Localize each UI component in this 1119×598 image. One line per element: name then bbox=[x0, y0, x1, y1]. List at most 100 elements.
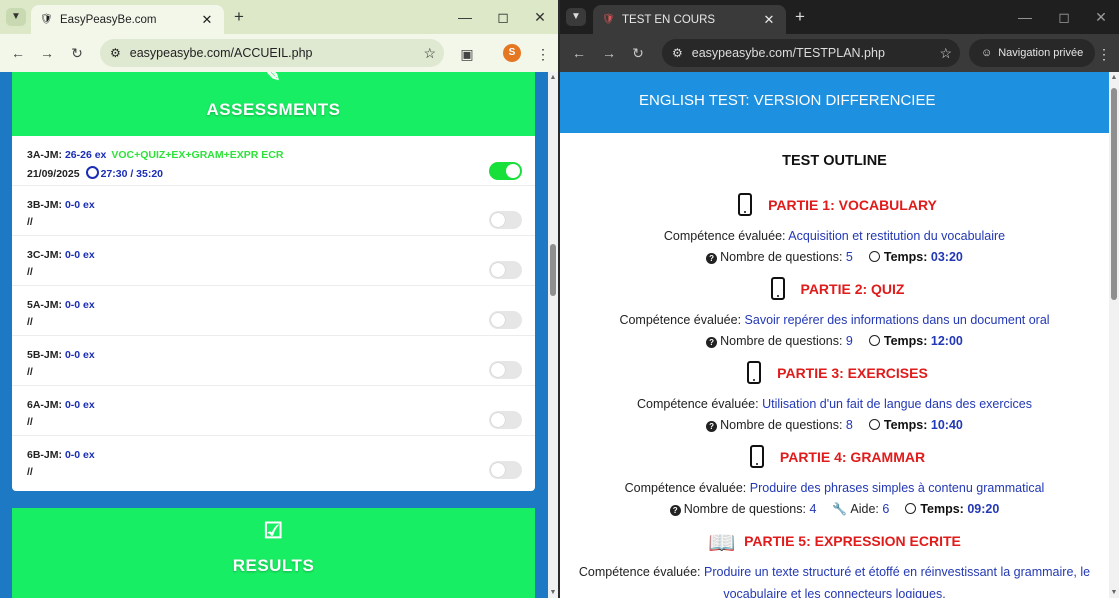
list-item: 3C-JM: 0-0 ex // bbox=[12, 236, 535, 286]
time-value: 03:20 bbox=[930, 250, 963, 264]
close-window-button[interactable]: ✕ bbox=[530, 8, 550, 26]
test-date: 21/09/2025 bbox=[27, 168, 80, 180]
clock-icon bbox=[868, 335, 880, 346]
class-name: 5A-JM: bbox=[27, 299, 63, 311]
tab-title: EasyPeasyBe.com bbox=[60, 13, 157, 26]
test-date: // bbox=[27, 466, 33, 478]
time-value: 09:20 bbox=[967, 502, 1000, 516]
maximize-button[interactable]: ◻ bbox=[1054, 8, 1074, 26]
competence-line: Compétence évaluée: Produire des phrases… bbox=[560, 477, 1109, 499]
clock-icon bbox=[868, 251, 880, 262]
reload-button[interactable]: ↻ bbox=[629, 44, 647, 62]
bookmark-star-icon[interactable]: ☆ bbox=[939, 45, 952, 62]
site-favicon-icon: 🛡 bbox=[40, 13, 53, 25]
scrollbar[interactable]: ▲ ▼ bbox=[548, 72, 558, 598]
aide-label: Aide: bbox=[850, 502, 879, 516]
browser-toolbar: ← → ↻ ⚙ easypeasybe.com/TESTPLAN.php ☆ ☺… bbox=[560, 34, 1119, 72]
maximize-button[interactable]: ◻ bbox=[493, 8, 513, 26]
section-title-text: PARTIE 3: EXERCISES bbox=[777, 365, 928, 381]
questions-value: 8 bbox=[845, 418, 853, 432]
minimize-button[interactable]: — bbox=[455, 8, 475, 26]
new-tab-button[interactable]: + bbox=[795, 8, 805, 25]
exercise-count: 0-0 ex bbox=[64, 449, 95, 461]
scrollbar-thumb[interactable] bbox=[550, 244, 556, 296]
activation-toggle[interactable] bbox=[489, 211, 522, 229]
back-button[interactable]: ← bbox=[570, 44, 588, 62]
section-title-text: PARTIE 4: GRAMMAR bbox=[779, 449, 926, 465]
close-tab-icon[interactable]: ✕ bbox=[198, 12, 216, 28]
browser-menu-icon[interactable]: ⋮ bbox=[536, 45, 550, 63]
browser-menu-icon[interactable]: ⋮ bbox=[1097, 45, 1111, 63]
address-bar[interactable]: ⚙ easypeasybe.com/TESTPLAN.php ☆ bbox=[662, 39, 960, 67]
results-header: ☑ RESULTS bbox=[12, 508, 535, 598]
outline-title: TEST OUTLINE bbox=[782, 153, 887, 169]
checkbox-icon: ☑ bbox=[263, 518, 284, 543]
extensions-puzzle-icon[interactable]: ▣ bbox=[458, 45, 476, 63]
exercise-count: 26-26 ex bbox=[64, 149, 107, 161]
assessments-header: ✎ ASSESSMENTS bbox=[12, 72, 535, 136]
scrollbar[interactable]: ▲ ▼ bbox=[1109, 72, 1119, 598]
section-title-text: PARTIE 2: QUIZ bbox=[800, 281, 905, 297]
minimize-button[interactable]: — bbox=[1015, 8, 1035, 26]
new-tab-button[interactable]: + bbox=[234, 8, 244, 25]
class-name: 3B-JM: bbox=[27, 199, 63, 211]
bookmark-star-icon[interactable]: ☆ bbox=[423, 45, 436, 62]
assessments-list: 3A-JM: 26-26 ex VOC+QUIZ+EX+GRAM+EXPR EC… bbox=[12, 136, 535, 491]
test-date: // bbox=[27, 416, 33, 428]
scroll-down-arrow-icon[interactable]: ▼ bbox=[548, 589, 558, 596]
scroll-up-arrow-icon[interactable]: ▲ bbox=[548, 74, 558, 81]
address-bar[interactable]: ⚙ easypeasybe.com/ACCUEIL.php ☆ bbox=[100, 39, 444, 67]
left-browser-window: ▼ 🛡 EasyPeasyBe.com ✕ + — ◻ ✕ ← → ↻ ⚙ ea… bbox=[0, 0, 558, 598]
list-item: 6A-JM: 0-0 ex // bbox=[12, 386, 535, 436]
right-browser-window: ▼ 🛡 TEST EN COURS ✕ + — ◻ ✕ ← → ↻ ⚙ easy… bbox=[560, 0, 1119, 598]
class-name: 3C-JM: bbox=[27, 249, 63, 261]
reload-button[interactable]: ↻ bbox=[68, 44, 86, 62]
class-name: 3A-JM: bbox=[27, 149, 63, 161]
tab-strip: ▼ 🛡 TEST EN COURS ✕ + — ◻ ✕ bbox=[560, 0, 1119, 34]
activation-toggle[interactable] bbox=[489, 311, 522, 329]
site-info-icon[interactable]: ⚙ bbox=[672, 46, 683, 60]
questions-value: 4 bbox=[809, 502, 817, 516]
tab-search-dropdown[interactable]: ▼ bbox=[566, 8, 586, 26]
scroll-up-arrow-icon[interactable]: ▲ bbox=[1109, 74, 1119, 81]
book-icon: 📖 bbox=[708, 530, 736, 555]
competence-line: Compétence évaluée: Acquisition et resti… bbox=[560, 225, 1109, 247]
page-content: ENGLISH TEST: VERSION DIFFERENCIEE TEST … bbox=[560, 72, 1109, 598]
section-title: PARTIE 1: VOCABULARY bbox=[560, 192, 1109, 218]
test-description: VOC+QUIZ+EX+GRAM+EXPR ECR bbox=[111, 149, 284, 161]
activation-toggle[interactable] bbox=[489, 162, 522, 180]
exercise-count: 0-0 ex bbox=[64, 199, 95, 211]
time-label: Temps: bbox=[883, 418, 928, 432]
tablet-icon bbox=[741, 360, 767, 386]
competence-value: Savoir repérer des informations dans un … bbox=[744, 313, 1050, 327]
question-icon: ? bbox=[706, 337, 718, 348]
time-label: Temps: bbox=[883, 250, 928, 264]
tab-test-en-cours[interactable]: 🛡 TEST EN COURS ✕ bbox=[593, 5, 786, 34]
site-info-icon[interactable]: ⚙ bbox=[110, 46, 121, 60]
question-icon: ? bbox=[669, 505, 681, 516]
activation-toggle[interactable] bbox=[489, 261, 522, 279]
clock-icon bbox=[868, 419, 880, 430]
close-tab-icon[interactable]: ✕ bbox=[760, 12, 778, 28]
tab-search-dropdown[interactable]: ▼ bbox=[6, 8, 26, 26]
activation-toggle[interactable] bbox=[489, 461, 522, 479]
list-item: 6B-JM: 0-0 ex // bbox=[12, 436, 535, 486]
tab-easypeasybe[interactable]: 🛡 EasyPeasyBe.com ✕ bbox=[31, 5, 224, 34]
class-name: 6B-JM: bbox=[27, 449, 63, 461]
close-window-button[interactable]: ✕ bbox=[1091, 8, 1111, 26]
test-date: // bbox=[27, 366, 33, 378]
activation-toggle[interactable] bbox=[489, 361, 522, 379]
results-title: RESULTS bbox=[232, 556, 315, 575]
scrollbar-thumb[interactable] bbox=[1111, 88, 1117, 300]
scroll-down-arrow-icon[interactable]: ▼ bbox=[1109, 589, 1119, 596]
forward-button[interactable]: → bbox=[600, 44, 618, 62]
activation-toggle[interactable] bbox=[489, 411, 522, 429]
competence-line: Compétence évaluée: Utilisation d'un fai… bbox=[560, 393, 1109, 415]
forward-button[interactable]: → bbox=[38, 44, 56, 62]
questions-label: Nombre de questions: bbox=[720, 334, 843, 348]
page-title: ENGLISH TEST: VERSION DIFFERENCIEE bbox=[560, 72, 1109, 133]
back-button[interactable]: ← bbox=[9, 44, 27, 62]
profile-avatar[interactable]: S bbox=[503, 44, 521, 62]
incognito-indicator[interactable]: ☺ Navigation privée bbox=[969, 39, 1095, 67]
competence-value: Utilisation d'un fait de langue dans des… bbox=[762, 397, 1032, 411]
